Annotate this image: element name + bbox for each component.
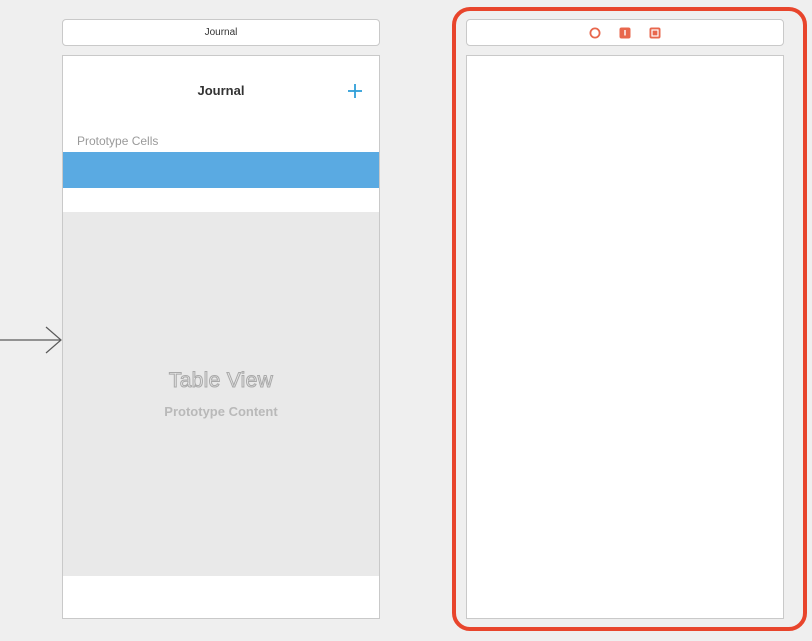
table-view-placeholder-subtitle: Prototype Content xyxy=(164,404,278,419)
empty-view-controller[interactable] xyxy=(466,55,784,619)
prototype-cell[interactable] xyxy=(63,152,379,188)
add-button-plus-icon[interactable] xyxy=(346,82,364,100)
segue-arrow-icon[interactable] xyxy=(0,322,64,358)
view-controller-dock[interactable] xyxy=(466,19,784,46)
table-view[interactable]: Table View Prototype Content xyxy=(63,212,379,576)
journal-scene-title-bar[interactable]: Journal xyxy=(62,19,380,46)
exit-icon[interactable] xyxy=(649,27,661,39)
first-responder-icon[interactable] xyxy=(619,27,631,39)
navigation-title: Journal xyxy=(197,83,245,98)
journal-table-view-controller[interactable]: Journal Prototype Cells Table View Proto… xyxy=(62,55,380,619)
table-view-placeholder-title: Table View xyxy=(168,369,274,393)
scene-title: Journal xyxy=(204,27,238,38)
view-controller-icon[interactable] xyxy=(589,27,601,39)
prototype-cells-header: Prototype Cells xyxy=(77,134,159,148)
